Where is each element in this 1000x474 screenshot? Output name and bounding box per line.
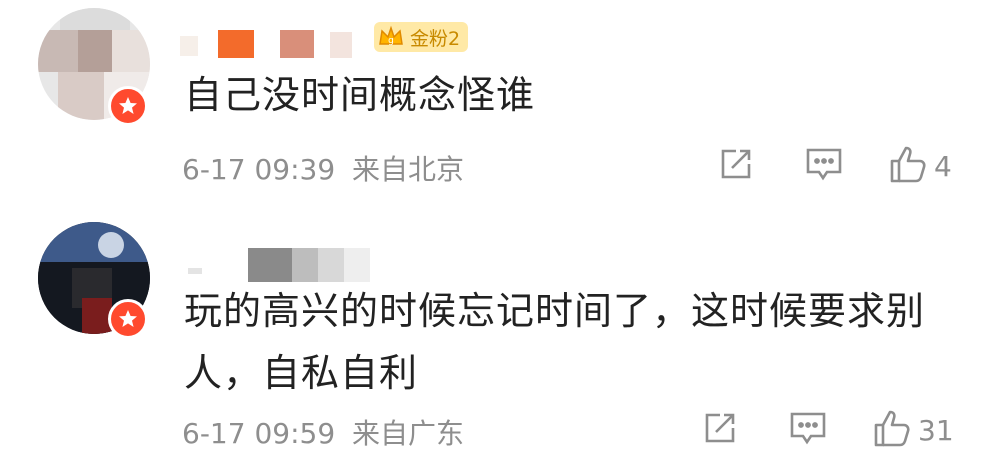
like-icon [888, 144, 928, 188]
comment-text: 玩的高兴的时候忘记时间了，这时候要求别 人，自私自利 [184, 282, 925, 402]
location: 来自广东 [352, 417, 465, 450]
verified-badge-icon [108, 86, 148, 126]
like-button[interactable]: 4 [888, 144, 952, 188]
timestamp: 6-17 09:59 [182, 417, 336, 450]
timestamp: 6-17 09:39 [182, 153, 336, 186]
like-count: 31 [918, 413, 954, 447]
svg-text:g: g [388, 36, 394, 46]
share-icon [702, 410, 738, 450]
like-count: 4 [934, 149, 952, 183]
share-button[interactable] [702, 410, 738, 450]
username-redacted[interactable] [180, 248, 380, 284]
comment-text-line: 人，自私自利 [184, 351, 419, 395]
verified-badge-icon [108, 299, 148, 339]
vip-fan-badge: g 金粉2 [374, 22, 469, 52]
comment-meta: 6-17 09:59 来自广东 [182, 412, 464, 452]
comment-text: 自己没时间概念怪谁 [184, 73, 536, 117]
like-icon [872, 408, 912, 452]
comment-icon [789, 410, 827, 450]
comment-text-line: 玩的高兴的时候忘记时间了，这时候要求别 [184, 289, 926, 333]
comment-icon [805, 146, 843, 186]
vip-badge-label: 金粉2 [410, 27, 461, 50]
like-button[interactable]: 31 [872, 408, 954, 452]
username-redacted[interactable] [180, 28, 370, 60]
comment-item: g 金粉2 自己没时间概念怪谁 6-17 09:39 来自北京 4 [0, 0, 1000, 206]
location: 来自北京 [352, 153, 465, 186]
comment-meta: 6-17 09:39 来自北京 [182, 148, 464, 188]
comment-button[interactable] [805, 146, 843, 186]
comment-button[interactable] [789, 410, 827, 450]
crown-icon: g [374, 22, 408, 52]
share-button[interactable] [718, 146, 754, 186]
share-icon [718, 146, 754, 186]
